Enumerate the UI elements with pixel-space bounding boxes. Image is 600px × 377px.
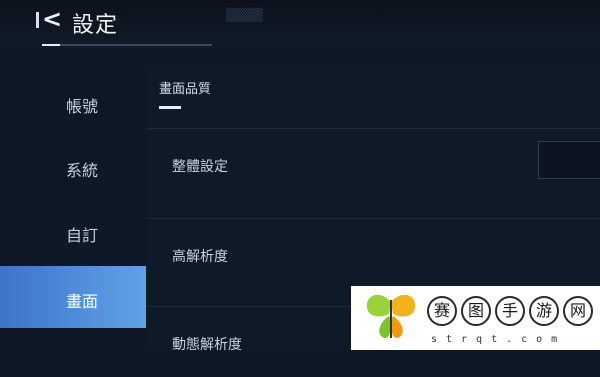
sidebar-item-custom[interactable]: 自訂 — [0, 200, 146, 262]
setting-label: 高解析度 — [172, 249, 228, 265]
title-underline-accent — [42, 44, 60, 46]
setting-label: 動態解析度 — [172, 337, 242, 353]
watermark-char: 游 — [529, 296, 559, 326]
sidebar: 帳號 系統 自訂 畫面 — [0, 68, 146, 350]
sidebar-item-display[interactable]: 畫面 — [0, 266, 146, 328]
setting-label: 整體設定 — [172, 159, 228, 175]
sidebar-item-account[interactable]: 帳號 — [0, 71, 146, 133]
dim-header-glyph: ▒▒▒▒ — [226, 8, 263, 22]
overall-quality-dropdown[interactable]: 低 — [538, 141, 600, 179]
watermark-text: 赛图手游网 — [427, 296, 597, 326]
watermark-char: 手 — [495, 296, 525, 326]
chevron-left-icon: < — [42, 5, 63, 33]
section-title-underline — [159, 106, 181, 109]
butterfly-logo-icon — [366, 294, 416, 338]
setting-row-high-resolution: 高解析度 — [146, 218, 600, 289]
sidebar-item-label: 畫面 — [66, 292, 99, 311]
watermark-char: 网 — [563, 296, 593, 326]
watermark: 赛图手游网 strqt.com — [351, 286, 600, 350]
section-title: 畫面品質 — [159, 82, 212, 97]
page-title: 設定 — [72, 13, 119, 38]
sidebar-item-label: 自訂 — [66, 226, 99, 245]
setting-row-overall: 整體設定 低 — [146, 128, 600, 199]
sidebar-item-label: 帳號 — [66, 97, 99, 116]
sidebar-item-system[interactable]: 系統 — [0, 135, 146, 197]
watermark-domain: strqt.com — [431, 334, 567, 345]
back-bar-icon — [36, 12, 39, 28]
title-underline — [42, 44, 212, 46]
watermark-char: 赛 — [427, 296, 457, 326]
back-button[interactable]: < — [36, 5, 66, 36]
sidebar-item-label: 系統 — [66, 161, 99, 180]
top-bar: < 設定 ▒▒▒▒ — [0, 0, 600, 45]
watermark-char: 图 — [461, 296, 491, 326]
